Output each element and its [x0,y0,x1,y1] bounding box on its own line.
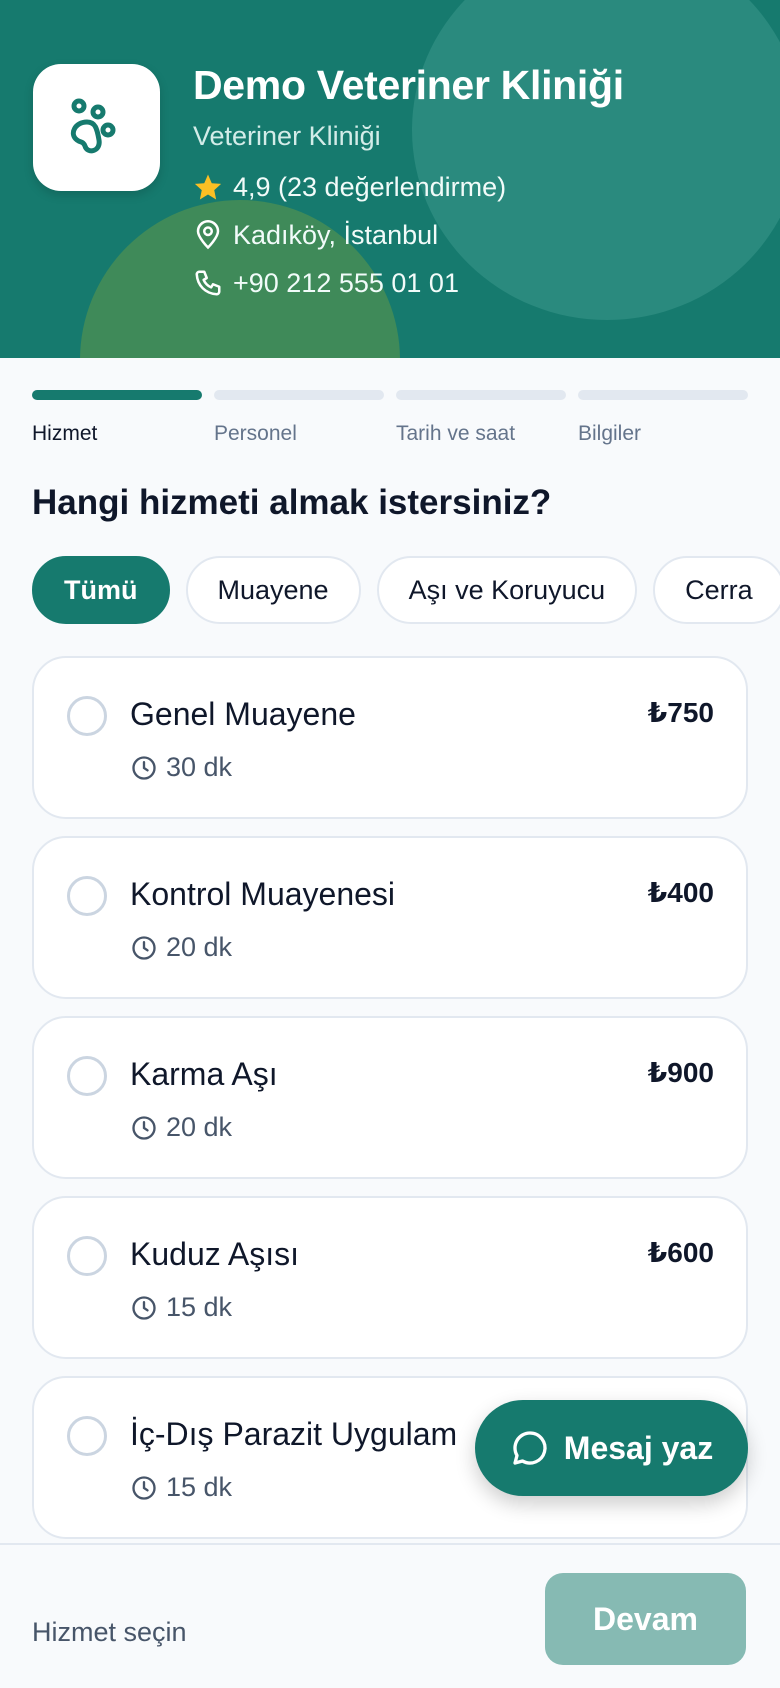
service-duration: 20 dk [130,932,232,963]
step-bar [578,390,748,400]
service-duration: 20 dk [130,1112,232,1143]
location-text: Kadıköy, İstanbul [233,219,439,250]
selection-hint: Hizmet seçin [32,1617,187,1647]
chat-bubble-icon [513,1431,547,1465]
service-name: İç-Dış Parazit Uygulam [130,1416,458,1452]
clock-icon [132,1475,156,1500]
duration-text: 15 dk [166,1292,233,1322]
step-service: Hizmet [32,390,202,446]
bottom-bar: Hizmet seçin Devam [0,1543,780,1688]
clock-icon [132,755,156,780]
clock-icon [132,935,156,960]
step-label: Bilgiler [578,422,642,445]
step-datetime: Tarih ve saat [396,390,566,446]
step-label: Hizmet [32,422,98,445]
duration-text: 30 dk [166,752,233,782]
chip-vaccine[interactable]: Aşı ve Koruyucu [376,556,638,624]
phone-text: +90 212 555 01 01 [233,267,459,298]
service-duration: 30 dk [130,752,232,783]
service-card[interactable]: Kontrol Muayenesi 20 dk ₺400 [32,836,748,999]
service-card[interactable]: Kuduz Aşısı 15 dk ₺600 [32,1196,748,1359]
clinic-name: Demo Veteriner Kliniği [193,62,624,108]
clinic-rating: 4,9 (23 değerlendirme) [193,170,624,204]
message-button[interactable]: Mesaj yaz [475,1400,748,1496]
service-card[interactable]: Genel Muayene 30 dk ₺750 [32,656,748,819]
service-radio[interactable] [67,1236,107,1276]
duration-text: 20 dk [166,932,233,962]
service-duration: 15 dk [130,1292,232,1323]
step-staff: Personel [214,390,384,446]
paw-icon [70,98,115,153]
chip-examination[interactable]: Muayene [185,556,361,624]
step-label: Tarih ve saat [396,422,516,445]
clinic-phone[interactable]: +90 212 555 01 01 [193,266,624,300]
step-bar [214,390,384,400]
category-filter: Tümü Muayene Aşı ve Koruyucu Cerra [32,556,780,624]
clinic-location: Kadıköy, İstanbul [193,218,624,252]
service-price: ₺900 [647,1057,714,1088]
clinic-type: Veteriner Kliniği [193,121,381,151]
step-bar [396,390,566,400]
duration-text: 20 dk [166,1112,233,1142]
clock-icon [132,1115,156,1140]
service-radio[interactable] [67,876,107,916]
service-name: Genel Muayene [130,696,356,732]
clock-icon [132,1295,156,1320]
service-name: Kontrol Muayenesi [130,876,396,912]
message-button-label: Mesaj yaz [563,1429,714,1466]
map-pin-icon [196,220,220,250]
service-name: Kuduz Aşısı [130,1236,299,1272]
step-bar [32,390,202,400]
booking-stepper: Hizmet Personel Tarih ve saat Bilgiler [32,390,748,446]
star-icon [194,174,222,200]
service-name: Karma Aşı [130,1056,278,1092]
service-radio[interactable] [67,1056,107,1096]
clinic-logo [33,64,160,191]
chip-surgery[interactable]: Cerra [653,556,780,624]
service-radio[interactable] [67,1416,107,1456]
rating-text: 4,9 (23 değerlendirme) [233,171,507,202]
service-card[interactable]: Karma Aşı 20 dk ₺900 [32,1016,748,1179]
phone-icon [195,270,221,296]
service-duration: 15 dk [130,1472,232,1503]
service-radio[interactable] [67,696,107,736]
step-info: Bilgiler [578,390,748,446]
service-price: ₺750 [647,697,714,728]
service-price: ₺600 [647,1237,714,1268]
duration-text: 15 dk [166,1472,233,1502]
step-label: Personel [214,422,297,445]
continue-button[interactable]: Devam [545,1573,746,1665]
service-price: ₺400 [647,877,714,908]
page-title: Hangi hizmeti almak istersiniz? [32,483,552,522]
clinic-header: Demo Veteriner Kliniği Veteriner Kliniği… [0,0,780,358]
chip-all[interactable]: Tümü [32,556,170,624]
